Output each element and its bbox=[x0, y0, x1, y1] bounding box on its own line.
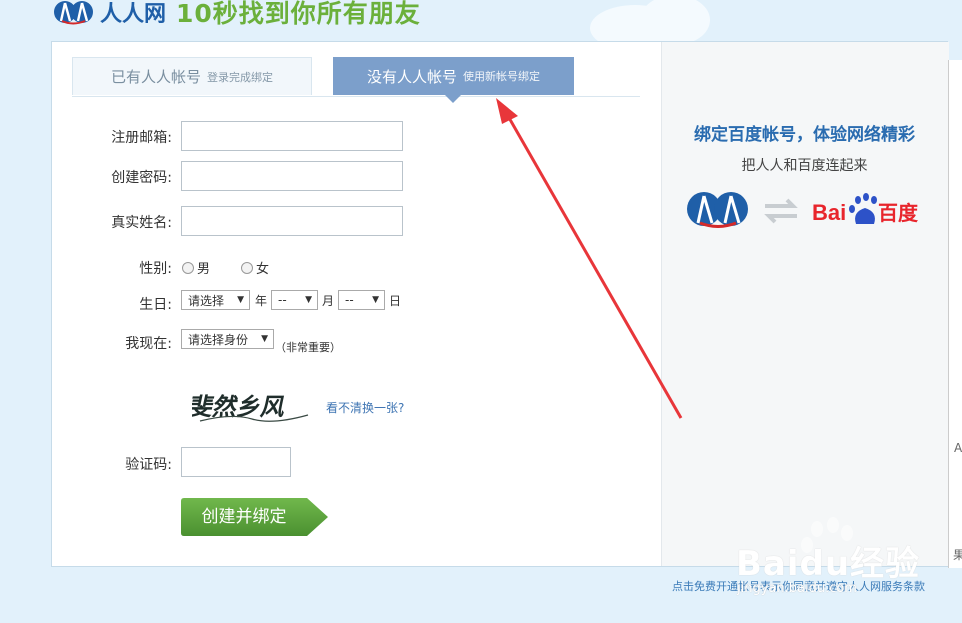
tab-divider bbox=[72, 96, 640, 97]
renren-logo-icon bbox=[54, 1, 93, 25]
baidu-logo-icon: Bai 百度 bbox=[812, 193, 919, 225]
gender-male-text: 男 bbox=[197, 262, 211, 277]
captcha-field[interactable] bbox=[181, 447, 291, 477]
identity-select[interactable]: 请选择身份 ▼ bbox=[181, 329, 274, 349]
logo-text: 人人网 bbox=[100, 2, 167, 27]
baidu-logo-cn: 百度 bbox=[878, 201, 919, 225]
chevron-down-icon: ▼ bbox=[261, 334, 268, 344]
gender-female-radio[interactable] bbox=[241, 261, 253, 274]
bind-panel: 已有人人帐号 登录完成绑定 没有人人帐号 使用新帐号绑定 注册邮箱: 创建密码:… bbox=[51, 41, 949, 567]
tab-existing-title: 已有人人帐号 bbox=[110, 68, 201, 86]
baidu-logo-text: Bai bbox=[812, 200, 846, 225]
chevron-down-icon: ▼ bbox=[372, 295, 379, 305]
promo-subtitle: 把人人和百度连起来 bbox=[741, 158, 868, 174]
captcha-label: 验证码: bbox=[125, 457, 172, 473]
tab-new-account[interactable]: 没有人人帐号 使用新帐号绑定 bbox=[333, 57, 574, 95]
gender-label: 性别: bbox=[139, 261, 172, 277]
captcha-image[interactable]: 斐然乡风 bbox=[192, 385, 312, 429]
page-slogan: 10秒找到你所有朋友 bbox=[176, 0, 421, 28]
identity-value: 请选择身份 bbox=[188, 332, 249, 347]
bg-cloud bbox=[640, 0, 710, 45]
birth-day-select[interactable]: -- ▼ bbox=[338, 290, 385, 310]
gender-male-radio[interactable] bbox=[182, 261, 194, 274]
create-and-bind-label: 创建并绑定 bbox=[201, 507, 287, 527]
gender-female-text: 女 bbox=[256, 262, 270, 277]
birth-month-select[interactable]: -- ▼ bbox=[271, 290, 318, 310]
tab-existing-subtitle: 登录完成绑定 bbox=[207, 70, 273, 84]
gender-female-option[interactable]: 女 bbox=[241, 258, 269, 277]
chevron-down-icon: ▼ bbox=[237, 295, 244, 305]
birth-year-value: 请选择 bbox=[188, 293, 225, 308]
watermark-url: jingyan.baidu.com bbox=[737, 581, 857, 596]
renren-logo[interactable]: 人人网 bbox=[52, 0, 166, 28]
swap-arrows-icon bbox=[764, 198, 798, 224]
renren-big-logo-icon bbox=[687, 192, 748, 228]
active-tab-pointer bbox=[445, 95, 461, 103]
side-letter: A bbox=[954, 441, 962, 455]
password-field[interactable] bbox=[181, 161, 403, 191]
chevron-down-icon: ▼ bbox=[305, 295, 312, 305]
year-unit: 年 bbox=[255, 294, 268, 308]
birth-year-select[interactable]: 请选择 ▼ bbox=[181, 290, 250, 310]
birth-day-value: -- bbox=[345, 293, 354, 307]
password-label: 创建密码: bbox=[111, 170, 172, 186]
promo-title: 绑定百度帐号，体验网络精彩 bbox=[694, 125, 915, 145]
watermark-text: Baidu经验 bbox=[736, 544, 921, 584]
side-window-strip bbox=[948, 60, 962, 568]
tab-new-title: 没有人人帐号 bbox=[366, 67, 457, 86]
side-cut-char: 果 bbox=[953, 548, 962, 562]
birth-month-value: -- bbox=[278, 293, 287, 307]
email-label: 注册邮箱: bbox=[111, 130, 172, 146]
real-name-label: 真实姓名: bbox=[111, 215, 172, 231]
day-unit: 日 bbox=[389, 294, 402, 308]
real-name-field[interactable] bbox=[181, 206, 403, 236]
identity-note: （非常重要） bbox=[275, 341, 341, 354]
email-field[interactable] bbox=[181, 121, 403, 151]
captcha-refresh-link[interactable]: 看不清换一张? bbox=[326, 399, 404, 416]
tab-existing-account[interactable]: 已有人人帐号 登录完成绑定 bbox=[72, 57, 312, 95]
tab-new-subtitle: 使用新帐号绑定 bbox=[463, 70, 540, 83]
status-label: 我现在: bbox=[125, 336, 172, 352]
gender-male-option[interactable]: 男 bbox=[182, 258, 210, 277]
month-unit: 月 bbox=[322, 294, 335, 308]
birthday-label: 生日: bbox=[139, 297, 172, 313]
